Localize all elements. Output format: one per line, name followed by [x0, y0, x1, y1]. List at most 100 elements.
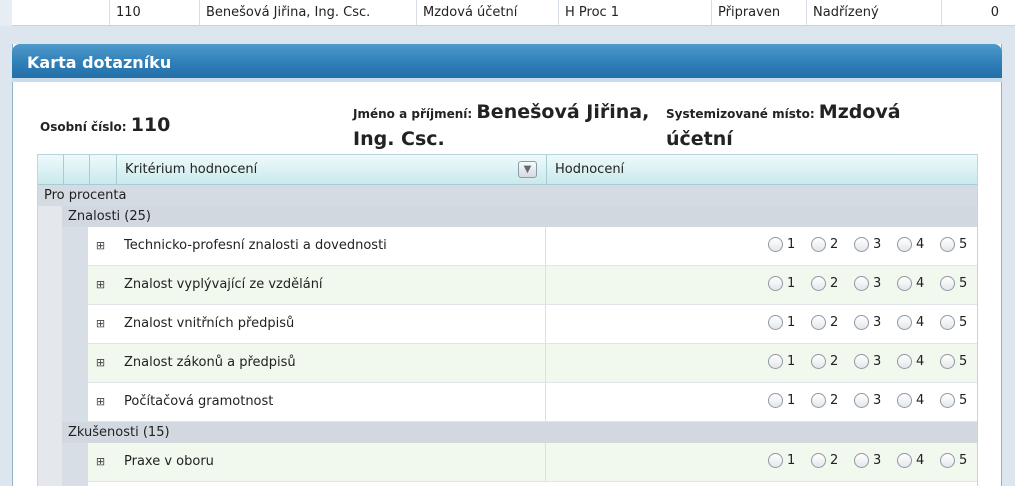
position-value-line1: Mzdová: [818, 101, 901, 123]
group-indent: [38, 206, 62, 486]
radio-button[interactable]: [897, 276, 912, 291]
rating-option[interactable]: 5: [940, 453, 967, 471]
name-label: Jméno a příjmení:: [353, 107, 473, 121]
radio-button[interactable]: [897, 354, 912, 369]
expand-icon[interactable]: ⊞: [95, 357, 106, 368]
rating-option[interactable]: 3: [854, 393, 881, 411]
rating-option[interactable]: 5: [940, 276, 967, 294]
rating-value: 5: [959, 354, 968, 369]
header-col-3: [90, 155, 117, 185]
personal-number-value: 110: [130, 114, 171, 136]
section-indent: [62, 443, 88, 486]
rating-value: 1: [787, 276, 796, 291]
rating-option[interactable]: 1: [768, 393, 795, 411]
radio-button[interactable]: [811, 276, 826, 291]
section-row[interactable]: Zkušenosti (15): [62, 422, 977, 443]
radio-button[interactable]: [940, 276, 955, 291]
cell-role: Nadřízený: [806, 0, 941, 25]
radio-button[interactable]: [940, 315, 955, 330]
radio-button[interactable]: [854, 315, 869, 330]
radio-button[interactable]: [854, 237, 869, 252]
rating-option[interactable]: 5: [940, 393, 967, 411]
rating-option[interactable]: 3: [854, 276, 881, 294]
radio-button[interactable]: [940, 453, 955, 468]
rating-option[interactable]: 2: [811, 315, 838, 333]
table-row: ⊞ Technicko-profesní znalosti a dovednost…: [88, 227, 977, 266]
rating-option[interactable]: 3: [854, 237, 881, 255]
radio-button[interactable]: [768, 393, 783, 408]
section-row[interactable]: Znalosti (25): [62, 206, 977, 227]
radio-button[interactable]: [768, 354, 783, 369]
rating-option[interactable]: 1: [768, 276, 795, 294]
rating-option[interactable]: 2: [811, 393, 838, 411]
radio-button[interactable]: [897, 315, 912, 330]
radio-button[interactable]: [897, 393, 912, 408]
rating-option[interactable]: 3: [854, 315, 881, 333]
column-header-criterion[interactable]: Kritérium hodnocení: [117, 155, 547, 185]
rating-option[interactable]: 3: [854, 453, 881, 471]
rating-option[interactable]: 2: [811, 276, 838, 294]
expand-icon[interactable]: ⊞: [95, 396, 106, 407]
name-value-line2: Ing. Csc.: [353, 128, 445, 150]
table-row: ⊞ Znalost vyplývající ze vzdělání 1 2 3 4 5: [88, 266, 977, 305]
radio-button[interactable]: [854, 354, 869, 369]
position-value-line2: účetní: [666, 128, 733, 150]
rating-value: 1: [787, 354, 796, 369]
radio-button[interactable]: [854, 276, 869, 291]
rating-option[interactable]: 5: [940, 315, 967, 333]
radio-button[interactable]: [811, 315, 826, 330]
header-col-1: [38, 155, 64, 185]
rating-value: 5: [959, 453, 968, 468]
radio-button[interactable]: [811, 354, 826, 369]
radio-button[interactable]: [940, 237, 955, 252]
rating-option[interactable]: 3: [854, 354, 881, 372]
rating-option[interactable]: 2: [811, 354, 838, 372]
radio-button[interactable]: [897, 453, 912, 468]
grid-row[interactable]: 110 Benešová Jiřina, Ing. Csc. Mzdová úč…: [0, 0, 1015, 26]
rating-value: 1: [787, 237, 796, 252]
sort-down-icon[interactable]: ▼: [518, 161, 537, 178]
radio-button[interactable]: [768, 276, 783, 291]
rating-option[interactable]: 4: [897, 276, 924, 294]
header-underline: [12, 78, 1002, 82]
radio-button[interactable]: [768, 315, 783, 330]
rating-value: 2: [830, 276, 839, 291]
expand-icon[interactable]: ⊞: [95, 318, 106, 329]
radio-button[interactable]: [811, 453, 826, 468]
rating-option[interactable]: 1: [768, 237, 795, 255]
table-header: Kritérium hodnocení ▼ Hodnocení: [38, 154, 977, 185]
rating-option[interactable]: 5: [940, 237, 967, 255]
rating-value: 4: [916, 315, 925, 330]
cell-id: 110: [109, 0, 199, 25]
section-indent: [62, 227, 88, 422]
column-header-rating[interactable]: Hodnocení: [547, 155, 977, 185]
radio-button[interactable]: [811, 393, 826, 408]
rating-option[interactable]: 1: [768, 354, 795, 372]
expand-icon[interactable]: ⊞: [95, 279, 106, 290]
group-row[interactable]: Pro procenta: [38, 185, 977, 206]
panel-header: Karta dotazníku: [12, 44, 1002, 82]
radio-button[interactable]: [940, 393, 955, 408]
rating-option[interactable]: 1: [768, 453, 795, 471]
expand-icon[interactable]: ⊞: [95, 240, 106, 251]
rating-option[interactable]: 4: [897, 237, 924, 255]
rating-value: 1: [787, 315, 796, 330]
rating-option[interactable]: 4: [897, 354, 924, 372]
rating-option[interactable]: 4: [897, 453, 924, 471]
radio-button[interactable]: [768, 453, 783, 468]
radio-button[interactable]: [854, 393, 869, 408]
rating-option[interactable]: 4: [897, 315, 924, 333]
rating-option[interactable]: 4: [897, 393, 924, 411]
rating-option[interactable]: 2: [811, 237, 838, 255]
rating-value: 4: [916, 237, 925, 252]
radio-button[interactable]: [768, 237, 783, 252]
rating-option[interactable]: 5: [940, 354, 967, 372]
expand-icon[interactable]: ⊞: [95, 456, 106, 467]
radio-button[interactable]: [811, 237, 826, 252]
grid-row-cells: 110 Benešová Jiřina, Ing. Csc. Mzdová úč…: [12, 0, 1015, 26]
radio-button[interactable]: [897, 237, 912, 252]
rating-option[interactable]: 2: [811, 453, 838, 471]
rating-option[interactable]: 1: [768, 315, 795, 333]
radio-button[interactable]: [940, 354, 955, 369]
radio-button[interactable]: [854, 453, 869, 468]
